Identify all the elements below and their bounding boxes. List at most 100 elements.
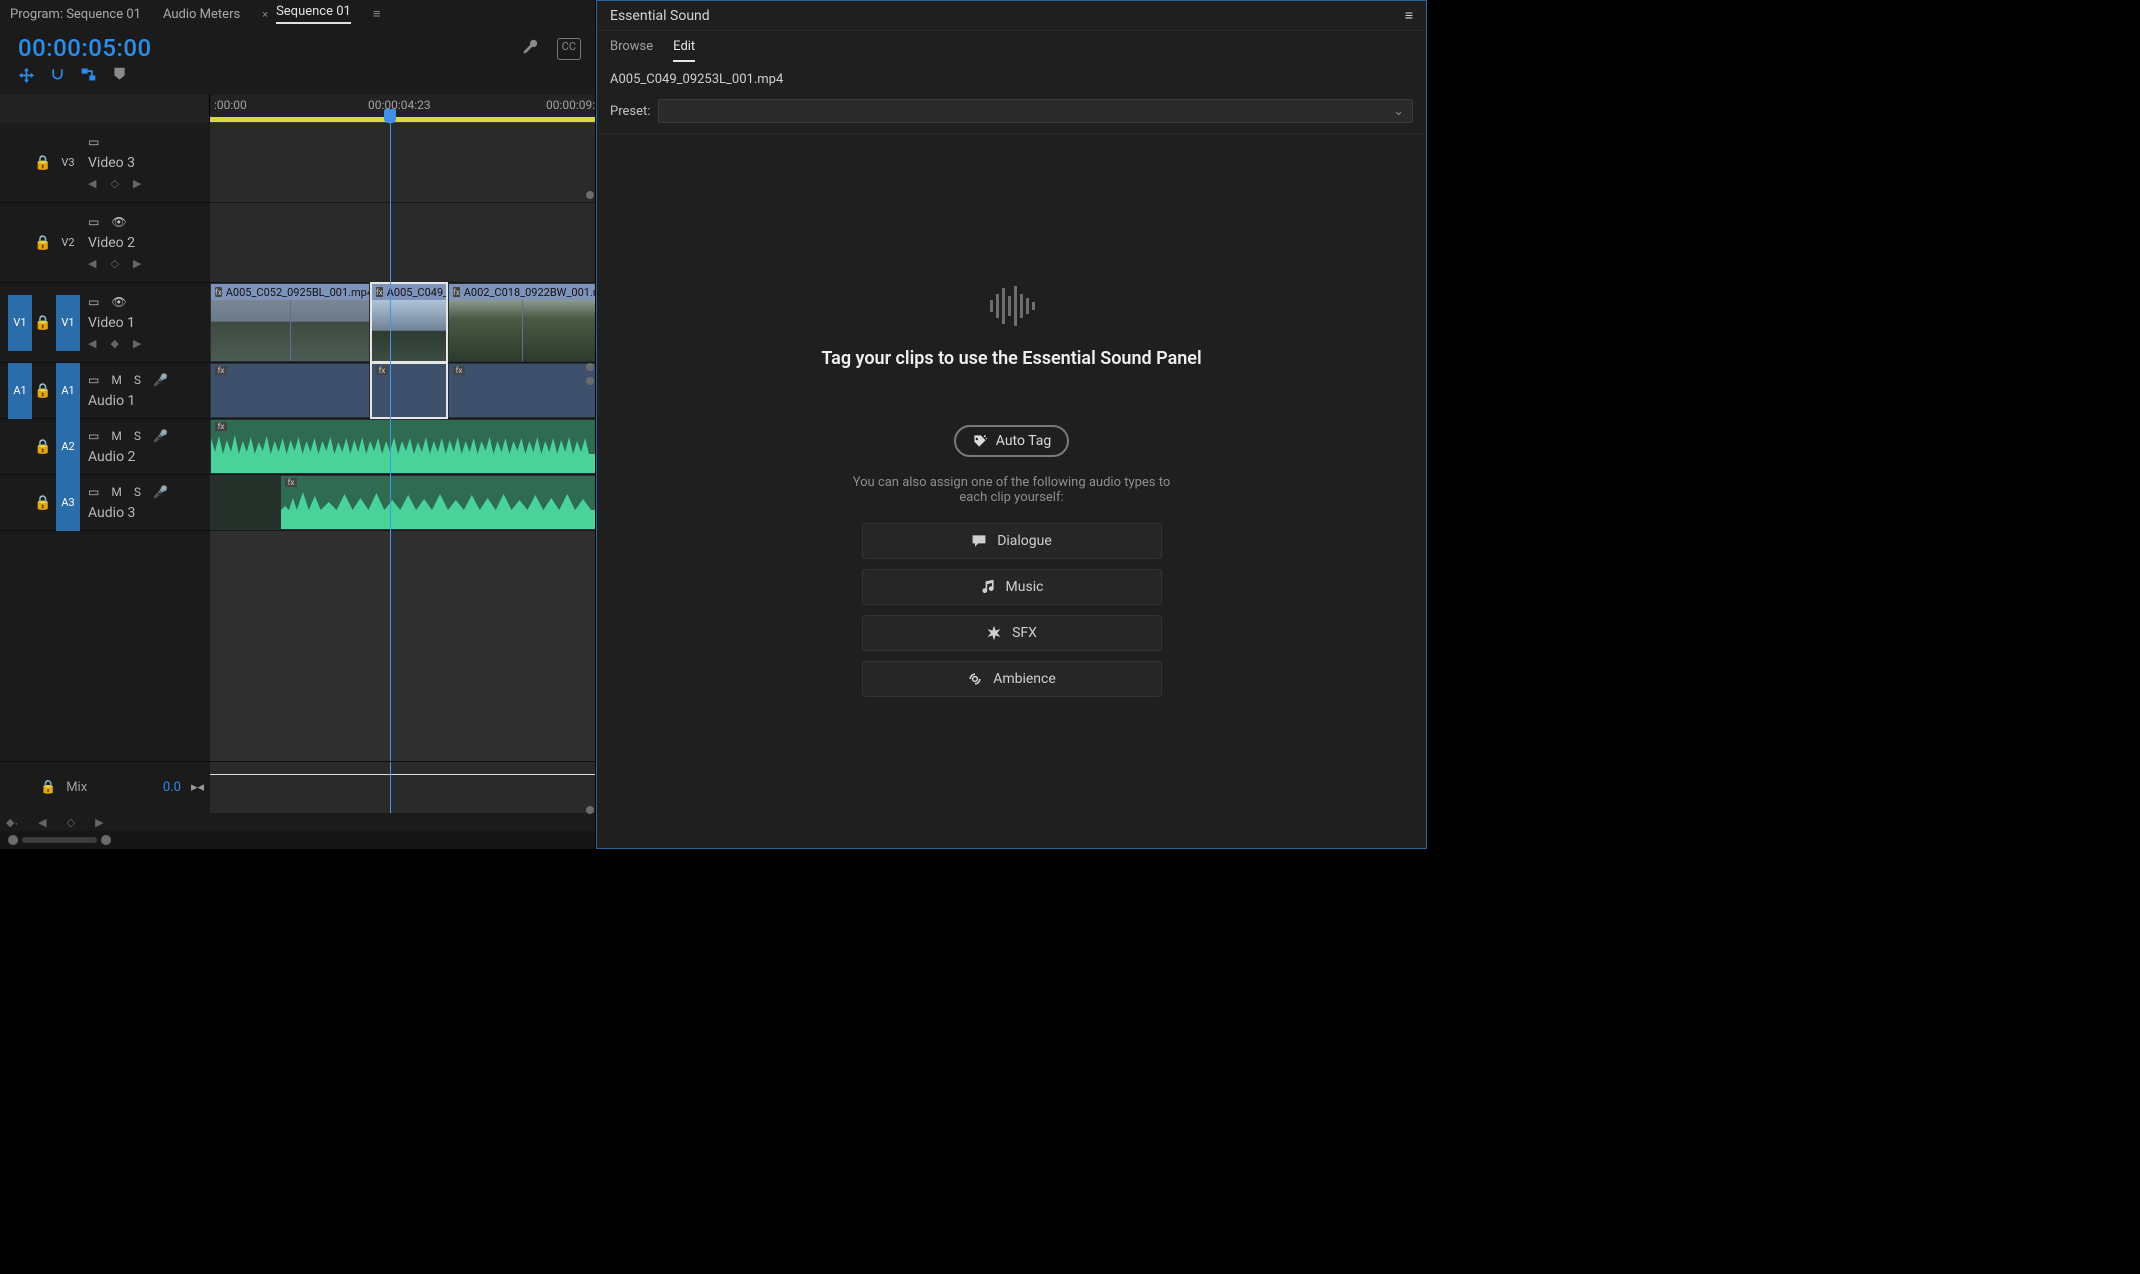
linked-selection-icon[interactable] <box>80 66 97 87</box>
track-header-v3[interactable]: 🔒 V3 ▭ 👁 Video 3 ◀ ◇ ▶ <box>0 123 210 203</box>
vscroll-thumb[interactable] <box>586 806 594 814</box>
mute-button[interactable]: M <box>111 485 121 499</box>
lane-v2[interactable] <box>210 203 595 283</box>
video-clip[interactable]: fxA005_C052_0925BL_001.mp4 [V] <box>210 283 370 362</box>
preset-label: Preset: <box>610 104 650 119</box>
output-toggle[interactable]: ▭ <box>88 295 99 309</box>
mic-icon[interactable]: 🎤 <box>153 485 168 499</box>
track-label: Video 1 <box>88 315 204 331</box>
lock-icon[interactable]: 🔒 <box>34 235 54 251</box>
lane-v3[interactable] <box>210 123 595 203</box>
mix-gain[interactable]: 0.0 <box>163 780 181 795</box>
video-clip[interactable]: fxA005_C049_ <box>371 283 447 362</box>
lock-icon[interactable]: 🔒 <box>34 439 54 455</box>
eye-icon[interactable]: 👁 <box>111 295 126 309</box>
mic-icon[interactable]: 🎤 <box>153 373 168 387</box>
audio-clip[interactable]: fx <box>210 363 370 418</box>
track-target-a2[interactable]: A2 <box>56 419 80 475</box>
type-button-dialogue[interactable]: Dialogue <box>862 523 1162 559</box>
ruler-tick: :00:00 <box>214 98 247 112</box>
source-patch-v2[interactable] <box>8 225 32 261</box>
audio-clip[interactable]: fx <box>371 363 447 418</box>
source-patch-a1[interactable]: A1 <box>8 363 32 419</box>
lock-icon[interactable]: 🔒 <box>34 315 54 331</box>
timeline-ruler[interactable]: :00:00 00:00:04:23 00:00:09: <box>0 95 595 123</box>
audio-clip[interactable]: fx <box>210 419 595 474</box>
panel-menu-icon[interactable]: ≡ <box>1405 7 1413 24</box>
selected-clip-name: A005_C049_09253L_001.mp4 <box>598 62 1425 93</box>
wrench-icon[interactable] <box>521 38 539 60</box>
track-header-a2[interactable]: 🔒 A2 ▭MS🎤 Audio 2 <box>0 419 210 475</box>
track-target-v1[interactable]: V1 <box>56 295 80 351</box>
horizontal-scrollbar[interactable] <box>0 831 595 849</box>
track-target-v3[interactable]: V3 <box>56 145 80 181</box>
lock-icon[interactable]: 🔒 <box>40 780 56 795</box>
source-patch-v1[interactable]: V1 <box>8 295 32 351</box>
playhead-line[interactable] <box>390 123 391 761</box>
close-tab-icon[interactable]: × <box>262 8 268 21</box>
track-target-a1[interactable]: A1 <box>56 363 80 419</box>
assign-help-text: You can also assign one of the following… <box>852 475 1172 505</box>
marker-icon[interactable] <box>111 66 128 87</box>
lane-a3[interactable]: fx <box>210 475 595 531</box>
type-button-ambience[interactable]: Ambience <box>862 661 1162 697</box>
lane-a2[interactable]: fx <box>210 419 595 475</box>
solo-button[interactable]: S <box>134 429 141 443</box>
track-target-a3[interactable]: A3 <box>56 475 80 531</box>
mic-icon[interactable]: 🎤 <box>153 429 168 443</box>
source-patch-a3[interactable] <box>8 485 32 521</box>
video-clip[interactable]: fxA002_C018_0922BW_001.mp <box>448 283 595 362</box>
type-button-sfx[interactable]: SFX <box>862 615 1162 651</box>
solo-button[interactable]: S <box>134 485 141 499</box>
source-patch-a2[interactable] <box>8 429 32 465</box>
tab-program[interactable]: Program: Sequence 01 <box>10 7 141 22</box>
vscroll-thumb[interactable] <box>586 191 594 199</box>
type-button-music[interactable]: Music <box>862 569 1162 605</box>
track-label: Audio 3 <box>88 505 204 521</box>
add-keyframe-icon[interactable]: ◇ <box>110 177 118 190</box>
music-icon <box>980 579 996 595</box>
prev-keyframe-icon[interactable]: ◀ <box>88 177 96 190</box>
lane-a1[interactable]: fx fx fx <box>210 363 595 419</box>
tag-headline: Tag your clips to use the Essential Soun… <box>821 348 1201 369</box>
insert-icon[interactable] <box>18 66 35 87</box>
lock-icon[interactable]: 🔒 <box>34 383 54 399</box>
mute-button[interactable]: M <box>111 373 121 387</box>
lock-icon[interactable]: 🔒 <box>34 155 54 171</box>
snap-icon[interactable] <box>49 66 66 87</box>
auto-tag-button[interactable]: Auto Tag <box>954 425 1069 457</box>
sub-tab-browse[interactable]: Browse <box>610 39 653 62</box>
track-target-v2[interactable]: V2 <box>56 225 80 261</box>
keyframe-nudge[interactable]: ◆˖ <box>6 816 18 829</box>
audio-clip[interactable]: fx <box>448 363 595 418</box>
vscroll-thumb[interactable] <box>586 363 594 371</box>
cc-icon[interactable]: CC <box>557 38 581 60</box>
audio-clip[interactable]: fx <box>280 475 595 530</box>
output-toggle[interactable]: ▭ <box>88 215 99 229</box>
collapse-icon[interactable]: ▸◂ <box>191 780 204 795</box>
next-keyframe-icon[interactable]: ▶ <box>133 177 141 190</box>
lane-v1[interactable]: fxA005_C052_0925BL_001.mp4 [V] fxA005_C0… <box>210 283 595 363</box>
output-toggle[interactable]: ▭ <box>88 373 99 387</box>
track-header-v2[interactable]: 🔒 V2 ▭ 👁 Video 2 ◀◇▶ <box>0 203 210 283</box>
track-header-a3[interactable]: 🔒 A3 ▭MS🎤 Audio 3 <box>0 475 210 531</box>
track-label: Audio 1 <box>88 393 204 409</box>
tab-sequence[interactable]: Sequence 01 <box>276 4 351 24</box>
lock-icon[interactable]: 🔒 <box>34 495 54 511</box>
tab-audio-meters[interactable]: Audio Meters <box>163 7 240 22</box>
eye-icon[interactable]: 👁 <box>111 215 126 229</box>
track-header-v1[interactable]: V1 🔒 V1 ▭ 👁 Video 1 ◀◆▶ <box>0 283 210 363</box>
mix-lane[interactable] <box>210 762 595 813</box>
preset-dropdown[interactable]: ⌄ <box>658 99 1413 123</box>
timeline-body[interactable]: fxA005_C052_0925BL_001.mp4 [V] fxA005_C0… <box>210 123 595 761</box>
playhead-timecode[interactable]: 00:00:05:00 <box>0 28 164 64</box>
output-toggle[interactable]: ▭ <box>88 135 99 149</box>
mute-button[interactable]: M <box>111 429 121 443</box>
sub-tab-edit[interactable]: Edit <box>673 39 695 62</box>
playhead-marker[interactable] <box>384 109 396 123</box>
vscroll-thumb[interactable] <box>586 377 594 385</box>
source-patch-v3[interactable] <box>8 145 32 181</box>
panel-menu-icon[interactable]: ≡ <box>373 6 381 22</box>
track-header-a1[interactable]: A1 🔒 A1 ▭ M S 🎤 Audio 1 <box>0 363 210 419</box>
solo-button[interactable]: S <box>134 373 141 387</box>
